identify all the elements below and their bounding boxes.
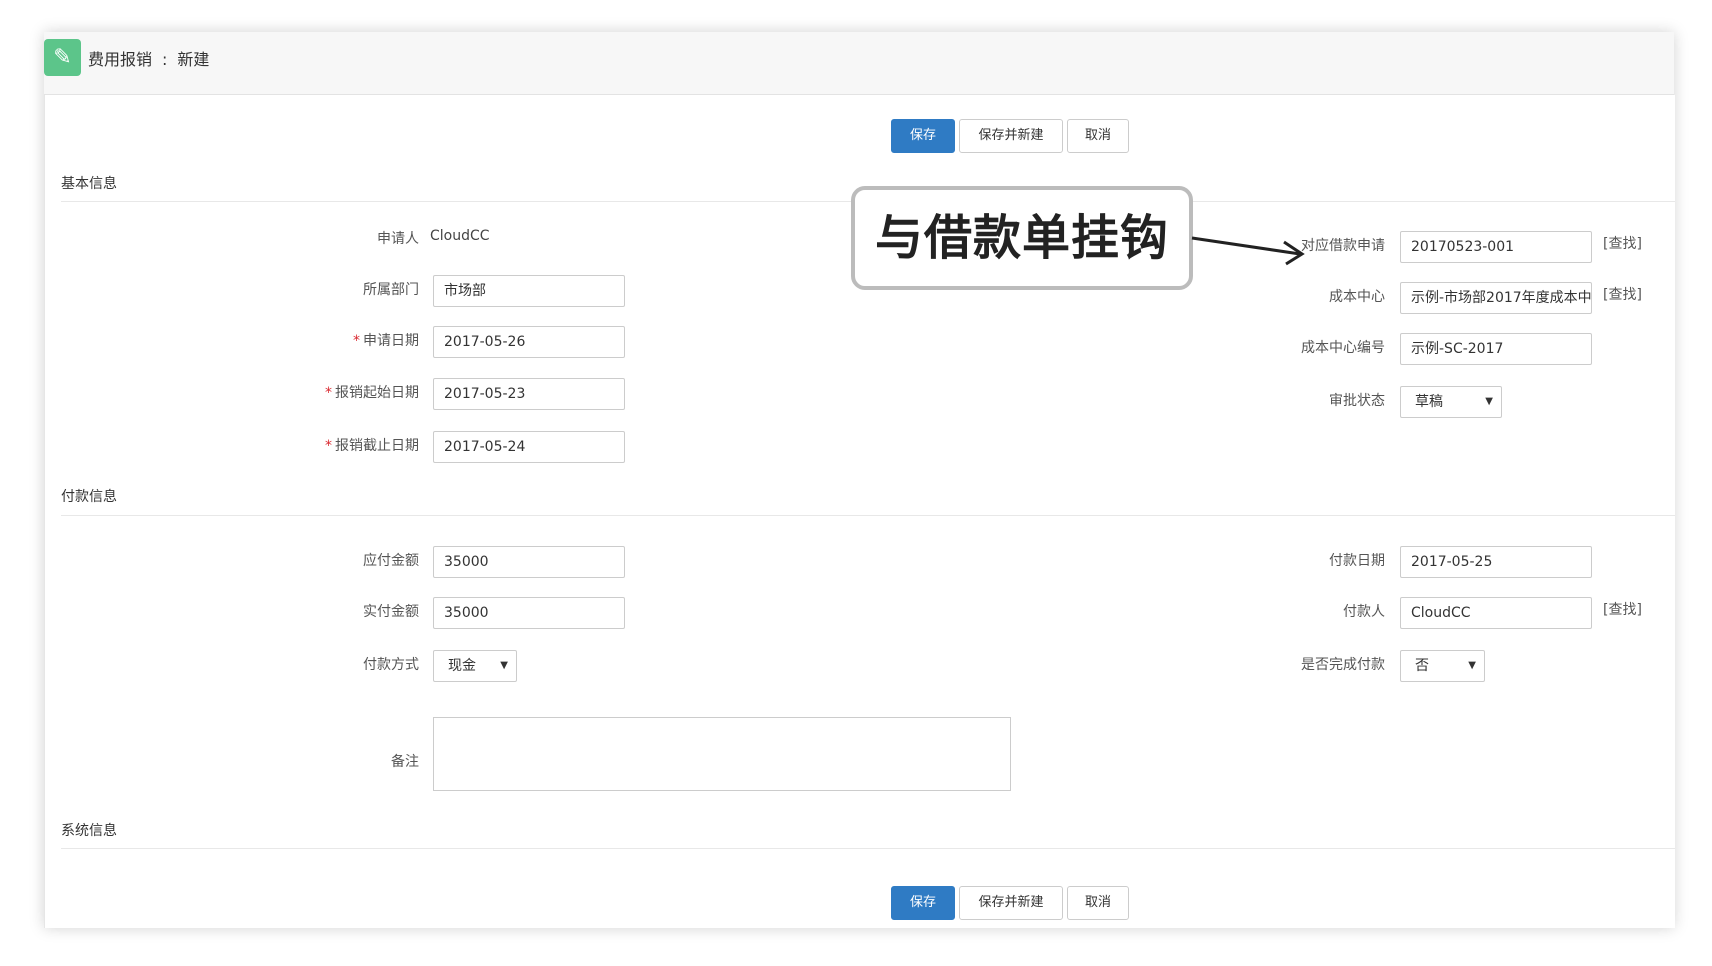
remark-label: 备注 (391, 754, 419, 770)
pay-method-label: 付款方式 (363, 657, 419, 673)
apply-date-field[interactable]: 2017-05-26 (433, 326, 625, 358)
save-button[interactable]: 保存 (891, 119, 955, 153)
required-marker: * (353, 333, 360, 349)
cost-center-lookup-link[interactable]: [查找] (1603, 284, 1642, 304)
page-title: 费用报销: 新建 (88, 50, 210, 69)
pay-method-select[interactable]: 现金 ▼ (433, 650, 517, 682)
annotation-callout: 与借款单挂钩 (851, 186, 1193, 290)
pencil-icon: ✎ (44, 39, 81, 76)
section-payment-info: 付款信息 (61, 489, 117, 505)
pay-date-field[interactable]: 2017-05-25 (1400, 546, 1592, 578)
paid-field[interactable]: 35000 (433, 597, 625, 629)
apply-date-label: * 申请日期 (353, 333, 419, 349)
section-system-info: 系统信息 (61, 823, 117, 839)
paid-label: 实付金额 (363, 604, 419, 620)
start-date-label: * 报销起始日期 (325, 385, 419, 401)
required-marker: * (325, 385, 332, 401)
end-date-label: * 报销截止日期 (325, 438, 419, 454)
cancel-button[interactable]: 取消 (1067, 119, 1129, 153)
save-and-new-button[interactable]: 保存并新建 (959, 119, 1063, 153)
page-header: ✎ 费用报销: 新建 (44, 32, 1674, 95)
save-and-new-button[interactable]: 保存并新建 (959, 886, 1063, 920)
chevron-down-icon: ▼ (500, 660, 508, 671)
approval-status-label: 审批状态 (1329, 393, 1385, 409)
start-date-field[interactable]: 2017-05-23 (433, 378, 625, 410)
annotation-arrow-icon (1191, 236, 1305, 266)
required-marker: * (325, 438, 332, 454)
form-card: ✎ 费用报销: 新建 保存 保存并新建 取消 基本信息 申请人 CloudCC 所… (44, 32, 1675, 928)
payer-field[interactable]: CloudCC (1400, 597, 1592, 629)
department-label: 所属部门 (363, 282, 419, 298)
loan-request-field[interactable]: 20170523-001 (1400, 231, 1592, 263)
loan-request-lookup-link[interactable]: [查找] (1603, 233, 1642, 253)
loan-request-label: 对应借款申请 (1301, 238, 1385, 254)
approval-status-select[interactable]: 草稿 ▼ (1400, 386, 1502, 418)
pay-completed-select[interactable]: 否 ▼ (1400, 650, 1485, 682)
pay-date-label: 付款日期 (1329, 553, 1385, 569)
cost-center-code-label: 成本中心编号 (1301, 340, 1385, 356)
divider (61, 515, 1675, 516)
end-date-field[interactable]: 2017-05-24 (433, 431, 625, 463)
cancel-button[interactable]: 取消 (1067, 886, 1129, 920)
payer-label: 付款人 (1343, 604, 1385, 620)
department-field[interactable]: 市场部 (433, 275, 625, 307)
remark-textarea[interactable] (433, 717, 1011, 791)
payable-label: 应付金额 (363, 553, 419, 569)
payer-lookup-link[interactable]: [查找] (1603, 599, 1642, 619)
applicant-value: CloudCC (430, 228, 490, 244)
cost-center-label: 成本中心 (1329, 289, 1385, 305)
cost-center-field[interactable]: 示例-市场部2017年度成本中心 (1400, 282, 1592, 314)
cost-center-code-field[interactable]: 示例-SC-2017 (1400, 333, 1592, 365)
section-basic-info: 基本信息 (61, 176, 117, 192)
payable-field[interactable]: 35000 (433, 546, 625, 578)
chevron-down-icon: ▼ (1468, 660, 1476, 671)
pay-completed-label: 是否完成付款 (1301, 657, 1385, 673)
divider (61, 848, 1675, 849)
applicant-label: 申请人 (377, 231, 419, 247)
save-button[interactable]: 保存 (891, 886, 955, 920)
chevron-down-icon: ▼ (1485, 396, 1493, 407)
